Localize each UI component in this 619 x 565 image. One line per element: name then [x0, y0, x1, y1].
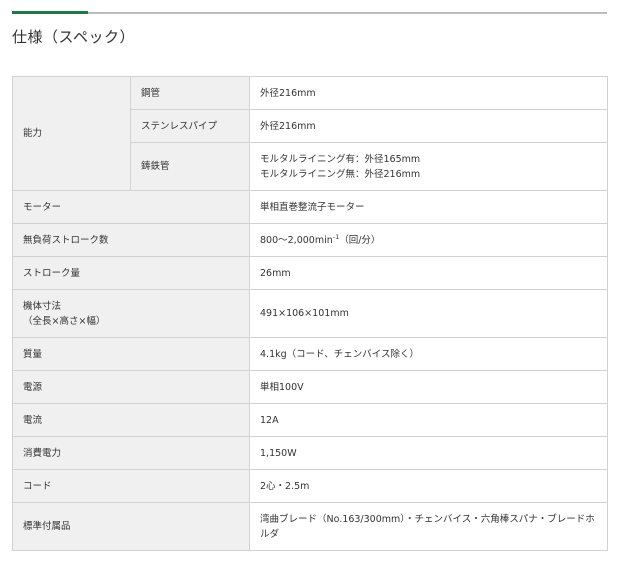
spec-value-stainless-pipe: 外径216mm — [249, 109, 608, 143]
table-row: 機体寸法 （全長×高さ×幅） 491×106×101mm — [12, 289, 608, 338]
table-row: 標準付属品 湾曲ブレード（No.163/300mm）・チェンバイス・六角棒スパナ… — [12, 502, 608, 551]
dimensions-label-line-1: 機体寸法 — [23, 300, 62, 312]
spec-value-current: 12A — [249, 403, 608, 437]
spec-label-current: 電流 — [12, 403, 250, 437]
spec-value-accessories: 湾曲ブレード（No.163/300mm）・チェンバイス・六角棒スパナ・ブレードホ… — [249, 502, 608, 551]
table-row: ストローク量 26mm — [12, 256, 608, 290]
stroke-rate-unit: （回/分） — [339, 234, 381, 246]
spec-label-accessories: 標準付属品 — [12, 502, 250, 551]
spec-value-motor: 単相直巻整流子モーター — [249, 190, 608, 224]
table-row: 質量 4.1kg（コード、チェンバイス除く） — [12, 337, 608, 371]
spec-value-dimensions: 491×106×101mm — [249, 289, 608, 338]
page-title: 仕様（スペック） — [12, 28, 135, 46]
spec-value-cord: 2心・2.5m — [249, 469, 608, 503]
table-row: モーター 単相直巻整流子モーター — [12, 190, 608, 224]
table-row: 能力 鋼管 外径216mm — [12, 76, 608, 191]
spec-value-stroke-length: 26mm — [249, 256, 608, 290]
table-row: 電源 単相100V — [12, 370, 608, 404]
spec-sublabel-stainless-pipe: ステンレスパイプ — [130, 109, 250, 143]
spec-label-dimensions: 機体寸法 （全長×高さ×幅） — [12, 289, 250, 338]
spec-table: 能力 鋼管 外径216mm ステンレスパイプ 外径216mm 鋳鉄管 モルタルラ… — [12, 76, 608, 551]
table-row: 無負荷ストローク数 800～2,000min-1（回/分） — [12, 223, 608, 257]
cast-iron-value-line-2: モルタルライニング無：外径216mm — [260, 168, 421, 180]
spec-label-motor: モーター — [12, 190, 250, 224]
spec-value-power-consumption: 1,150W — [249, 436, 608, 470]
dimensions-label-line-2: （全長×高さ×幅） — [23, 315, 106, 327]
spec-value-cast-iron-pipe: モルタルライニング有：外径165mm モルタルライニング無：外径216mm — [249, 142, 608, 191]
spec-label-weight: 質量 — [12, 337, 250, 371]
spec-label-capability: 能力 — [12, 76, 131, 191]
table-row: コード 2心・2.5m — [12, 469, 608, 503]
spec-value-weight: 4.1kg（コード、チェンバイス除く） — [249, 337, 608, 371]
spec-value-stroke-rate: 800～2,000min-1（回/分） — [249, 223, 608, 257]
spec-label-cord: コード — [12, 469, 250, 503]
cast-iron-value-line-1: モルタルライニング有：外径165mm — [260, 153, 421, 165]
stroke-rate-value: 800～2,000min — [260, 234, 333, 246]
table-row: 電流 12A — [12, 403, 608, 437]
spec-label-power-consumption: 消費電力 — [12, 436, 250, 470]
table-row: 消費電力 1,150W — [12, 436, 608, 470]
spec-label-stroke-length: ストローク量 — [12, 256, 250, 290]
spec-value-power-source: 単相100V — [249, 370, 608, 404]
spec-sublabel-steel-pipe: 鋼管 — [130, 76, 250, 110]
spec-label-stroke-rate: 無負荷ストローク数 — [12, 223, 250, 257]
spec-value-steel-pipe: 外径216mm — [249, 76, 608, 110]
header-accent-bar — [12, 11, 88, 14]
header-divider — [12, 11, 607, 14]
spec-sublabel-cast-iron-pipe: 鋳鉄管 — [130, 142, 250, 191]
spec-label-power-source: 電源 — [12, 370, 250, 404]
